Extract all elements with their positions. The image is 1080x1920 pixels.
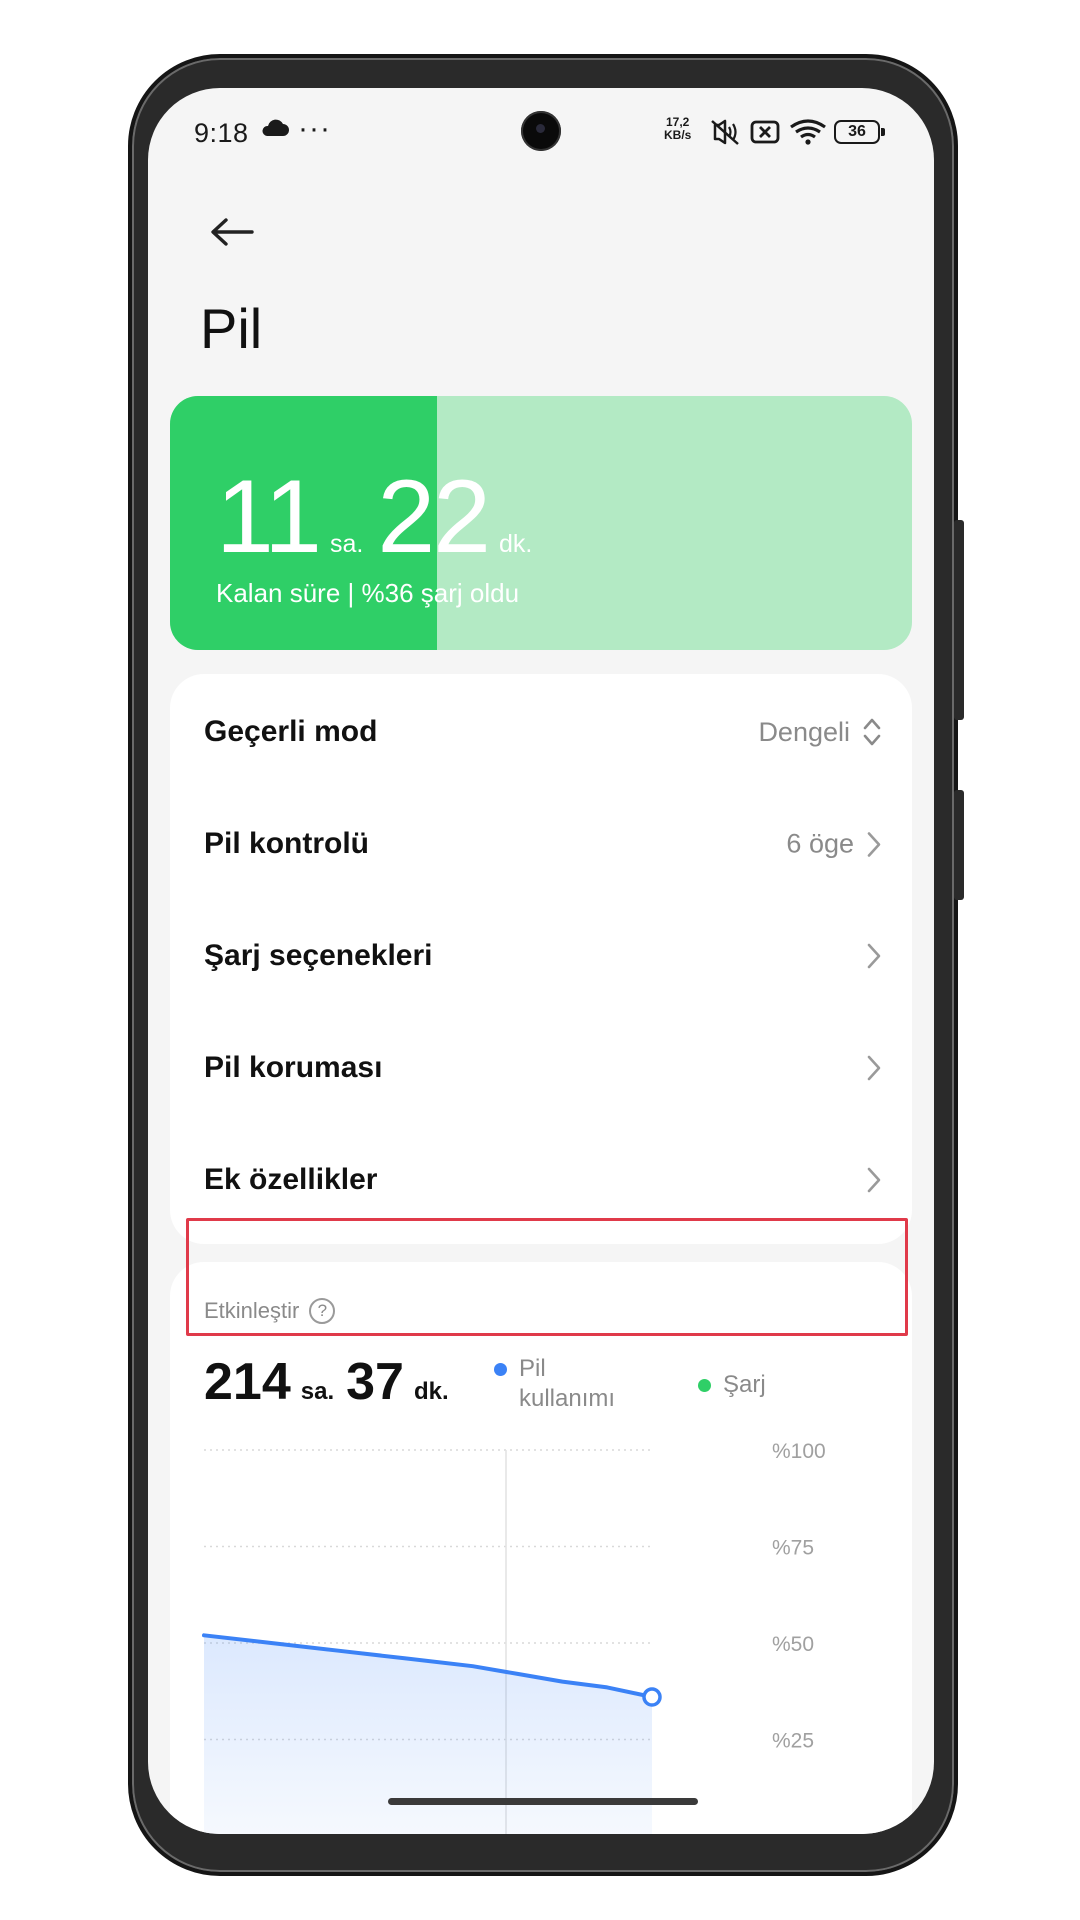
highlight-annotation — [186, 1218, 908, 1336]
chevron-right-icon — [867, 943, 881, 969]
settings-list: Geçerli mod Dengeli Pil kontrolü 6 öge Ş… — [170, 674, 912, 1244]
network-speed: 17,2 KB/s — [664, 116, 691, 142]
setting-row-value: Dengeli — [758, 716, 850, 747]
setting-row-charging-options[interactable]: Şarj seçenekleri — [170, 900, 912, 1012]
page-title: Pil — [200, 297, 263, 360]
back-button[interactable] — [200, 200, 264, 264]
status-bar: 9:18 ··· 17,2 KB/s 36 — [148, 88, 934, 174]
screen: 9:18 ··· 17,2 KB/s 36 Pil 11 sa. 22 dk. … — [148, 88, 934, 1834]
setting-row-label: Geçerli mod — [204, 715, 378, 748]
chevron-right-icon — [867, 1055, 881, 1081]
home-indicator[interactable] — [388, 1798, 698, 1805]
remaining-hours: 11 — [216, 459, 322, 575]
setting-row-label: Şarj seçenekleri — [204, 939, 433, 972]
y-tick-label: %100 — [772, 1440, 826, 1463]
remaining-time: 11 sa. 22 dk. — [216, 458, 546, 577]
battery-usage-card: Etkinleştir ? 214 sa. 37 dk. Pil kullanımı … — [170, 1262, 912, 1834]
y-tick-label: %25 — [772, 1730, 814, 1753]
volume-button — [954, 790, 964, 900]
chevron-right-icon — [867, 831, 881, 857]
front-camera — [521, 111, 561, 151]
arrow-left-icon — [211, 218, 254, 246]
vibrate-off-icon — [711, 119, 739, 145]
remaining-minutes-unit: dk. — [499, 530, 533, 558]
power-button — [954, 520, 964, 720]
series-endpoint — [642, 1687, 662, 1707]
remaining-minutes: 22 — [377, 459, 491, 575]
y-tick-label: %50 — [772, 1633, 814, 1656]
y-tick-label: %75 — [772, 1537, 814, 1560]
more-notifications-icon: ··· — [298, 112, 331, 145]
setting-row-battery-control[interactable]: Pil kontrolü 6 öge — [170, 788, 912, 900]
remaining-hours-unit: sa. — [329, 530, 364, 558]
battery-usage-chart: %100 %75 %50 %25 — [202, 1440, 826, 1834]
remaining-subtitle: Kalan süre | %36 şarj oldu — [216, 578, 520, 608]
battery-icon: 36 — [834, 120, 885, 144]
setting-row-value: 6 öge — [786, 828, 854, 859]
setting-row-label: Ek özellikler — [204, 1163, 378, 1196]
cloud-icon — [262, 119, 289, 136]
chevron-right-icon — [867, 1167, 881, 1193]
setting-row-label: Pil koruması — [204, 1051, 383, 1084]
setting-row-label: Pil kontrolü — [204, 827, 369, 860]
setting-row-battery-protection[interactable]: Pil koruması — [170, 1012, 912, 1124]
wifi-icon — [790, 119, 826, 145]
chevron-updown-icon — [863, 718, 881, 746]
setting-row-current-mode[interactable]: Geçerli mod Dengeli — [170, 676, 912, 788]
status-time: 9:18 — [194, 118, 249, 148]
no-sim-icon — [750, 120, 780, 144]
battery-remaining-card[interactable]: 11 sa. 22 dk. Kalan süre | %36 şarj oldu — [170, 396, 912, 650]
network-speed-unit: KB/s — [664, 128, 692, 142]
